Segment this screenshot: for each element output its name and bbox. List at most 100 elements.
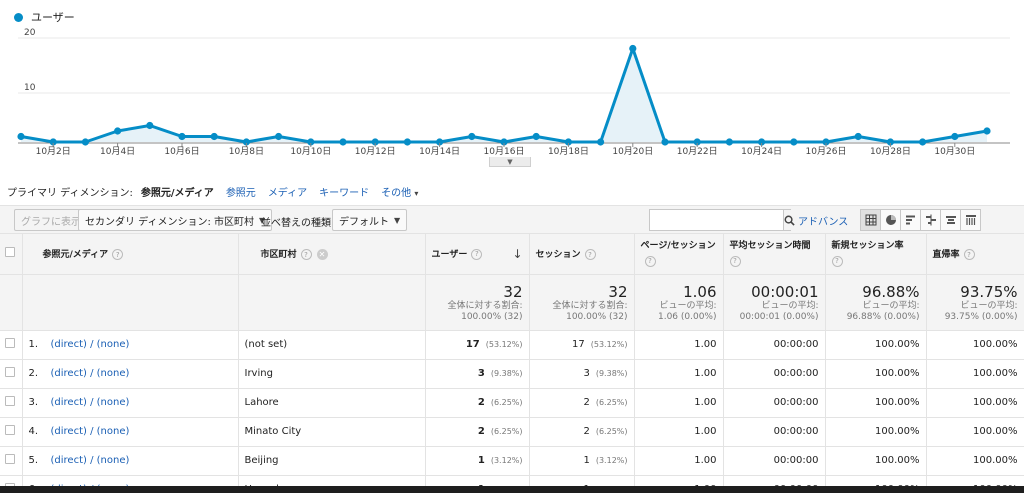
duration-cell: 00:00:00 xyxy=(723,359,826,389)
total-pps: 1.06 ビューの平均: 1.06 (0.00%) xyxy=(634,274,724,331)
dim-link-source[interactable]: 参照元 xyxy=(226,184,256,199)
pivot-icon xyxy=(965,215,976,225)
chevron-down-icon: ▼ xyxy=(394,215,401,225)
data-point xyxy=(17,132,25,141)
users-line-chart: ユーザー 20 10 10月2日 10月4日 10月6日 10月8日 10月10日 10月12… xyxy=(0,0,1024,170)
col-header-city-label: 市区町村 xyxy=(260,250,297,261)
data-point xyxy=(854,132,862,141)
remove-dimension-icon[interactable]: ✕ xyxy=(316,249,328,261)
total-users-caption: 全体に対する割合: xyxy=(447,300,523,311)
table-row[interactable]: 4. (direct) / (none) Minato City 2 (6.25%) 2 (… xyxy=(0,417,1024,447)
help-icon[interactable]: ? xyxy=(584,249,596,261)
x-tick-label: 10月6日 xyxy=(164,146,199,157)
source-link[interactable]: (direct) / (none) xyxy=(51,455,130,466)
source-link[interactable]: (direct) / (none) xyxy=(51,426,130,437)
new-rate-cell: 100.00% xyxy=(825,388,927,418)
source-link[interactable]: (direct) / (none) xyxy=(51,368,130,379)
col-header-sessions[interactable]: セッション? xyxy=(529,234,635,275)
comparison-icon xyxy=(925,214,936,226)
data-point xyxy=(661,138,669,146)
table-row[interactable]: 1. (direct) / (none) (not set) 17 (53.12%) 17… xyxy=(0,330,1024,360)
help-icon[interactable]: ? xyxy=(471,248,483,260)
help-icon[interactable]: ? xyxy=(729,255,741,267)
dim-link-keyword[interactable]: キーワード xyxy=(319,184,369,199)
chart-collapse-handle[interactable]: ▼ xyxy=(489,157,531,167)
plot-rows-button[interactable]: グラフに表示 xyxy=(14,209,88,231)
row-checkbox[interactable] xyxy=(5,454,15,464)
pps-cell: 1.00 xyxy=(634,446,724,476)
table-row[interactable]: 5. (direct) / (none) Beijing 1 (3.12%) 1 (3.12… xyxy=(0,446,1024,476)
sort-type-select[interactable]: デフォルト ▼ xyxy=(332,209,408,231)
view-comparison-button[interactable] xyxy=(920,209,941,231)
help-icon[interactable]: ? xyxy=(112,249,124,261)
sessions-value: 17 xyxy=(572,339,585,350)
new-rate-cell: 100.00% xyxy=(825,446,927,476)
view-pivot-button[interactable] xyxy=(940,209,961,231)
data-point xyxy=(790,138,798,146)
col-header-users[interactable]: ユーザー? ↓ xyxy=(425,234,530,275)
row-checkbox[interactable] xyxy=(5,367,15,377)
total-duration-detail: 00:00:01 (0.00%) xyxy=(739,311,819,322)
chart-svg: 20 10 10月2日 10月4日 10月6日 10月8日 10月10日 10月12日 10月1… xyxy=(17,28,1010,157)
col-header-source[interactable]: 参照元/メディア? xyxy=(22,234,239,275)
users-value: 1 xyxy=(477,455,485,466)
row-checkbox[interactable] xyxy=(5,338,15,348)
total-sessions-caption: 全体に対する割合: xyxy=(552,300,628,311)
users-value: 2 xyxy=(477,426,485,437)
select-all-checkbox[interactable] xyxy=(5,247,15,258)
primary-dimension-active: 参照元/メディア xyxy=(140,188,214,199)
duration-cell: 00:00:00 xyxy=(723,330,826,360)
x-tick-label: 10月16日 xyxy=(484,146,525,157)
total-pps-value: 1.06 xyxy=(683,282,717,301)
bounce-rate-cell: 100.00% xyxy=(926,388,1024,418)
total-bounce-detail: 93.75% (0.00%) xyxy=(944,311,1018,322)
view-pivot-table-button[interactable] xyxy=(960,209,981,231)
duration-cell: 00:00:00 xyxy=(723,417,826,447)
sessions-value: 3 xyxy=(583,368,590,379)
view-performance-button[interactable] xyxy=(900,209,921,231)
series-area xyxy=(21,48,987,142)
row-index: 4. xyxy=(28,426,39,437)
users-cell: 2 (6.25%) xyxy=(425,417,530,447)
x-tick-label: 10月22日 xyxy=(677,146,718,157)
row-checkbox[interactable] xyxy=(5,425,15,435)
row-select-cell xyxy=(0,446,23,476)
search-button[interactable] xyxy=(783,210,795,230)
sort-desc-icon[interactable]: ↓ xyxy=(512,247,522,261)
col-header-duration-label: 平均セッション時間 xyxy=(729,240,811,251)
help-icon[interactable]: ? xyxy=(963,249,975,261)
table-row[interactable]: 2. (direct) / (none) Irving 3 (9.38%) 3 (9.38%… xyxy=(0,359,1024,389)
source-link[interactable]: (direct) / (none) xyxy=(51,397,130,408)
search-input[interactable] xyxy=(650,210,783,230)
table-search xyxy=(649,209,795,231)
totals-empty xyxy=(22,274,239,331)
help-icon[interactable]: ? xyxy=(831,255,843,267)
help-icon[interactable]: ? xyxy=(644,255,656,267)
data-point xyxy=(597,138,605,146)
primary-dimension-nav: プライマリ ディメンション: 参照元/メディア 参照元 メディア キーワード そ… xyxy=(7,184,418,199)
col-header-city[interactable]: 市区町村? ✕ xyxy=(238,234,426,275)
source-cell: 3. (direct) / (none) xyxy=(22,388,239,418)
help-icon[interactable]: ? xyxy=(300,249,312,261)
dim-link-medium[interactable]: メディア xyxy=(268,184,307,199)
col-header-bounce-rate[interactable]: 直帰率? xyxy=(926,234,1024,275)
dim-link-other[interactable]: その他 ▾ xyxy=(381,184,418,199)
view-pie-button[interactable] xyxy=(880,209,901,231)
users-percent: (6.25%) xyxy=(490,398,523,407)
advanced-filter-link[interactable]: アドバンス xyxy=(798,213,848,228)
row-checkbox[interactable] xyxy=(5,396,15,406)
table-row[interactable]: 3. (direct) / (none) Lahore 2 (6.25%) 2 (6.25%… xyxy=(0,388,1024,418)
col-header-new-session-rate[interactable]: 新規セッション率? xyxy=(825,234,927,275)
col-header-avg-duration[interactable]: 平均セッション時間? xyxy=(723,234,826,275)
source-link[interactable]: (direct) / (none) xyxy=(51,339,130,350)
total-new-detail: 96.88% (0.00%) xyxy=(846,311,920,322)
col-header-pages-per-session[interactable]: ページ/セッション? xyxy=(634,234,724,275)
total-new-rate: 96.88% ビューの平均: 96.88% (0.00%) xyxy=(825,274,927,331)
data-point xyxy=(178,132,186,141)
series-line xyxy=(20,47,988,144)
secondary-dimension-select[interactable]: セカンダリ ディメンション: 市区町村 ▼ xyxy=(78,209,273,231)
new-rate-cell: 100.00% xyxy=(825,330,927,360)
view-table-button[interactable] xyxy=(860,209,881,231)
chevron-down-icon: ▾ xyxy=(414,189,419,198)
bounce-rate-cell: 100.00% xyxy=(926,359,1024,389)
